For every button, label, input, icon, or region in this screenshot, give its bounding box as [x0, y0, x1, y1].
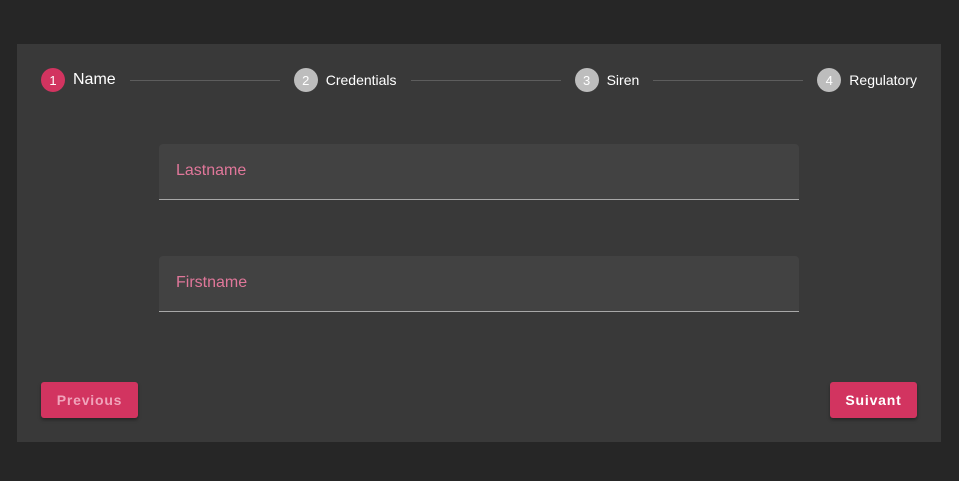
lastname-field: Lastname — [159, 144, 799, 200]
step-number-badge: 4 — [817, 68, 842, 92]
step-label: Regulatory — [849, 72, 917, 88]
step-connector — [129, 79, 280, 81]
lastname-input[interactable] — [159, 144, 799, 199]
stepper-header: 1 Name 2 Credentials 3 Siren 4 Regulator… — [41, 68, 917, 92]
step-number-badge: 2 — [293, 68, 318, 92]
step-name[interactable]: 1 Name — [41, 68, 116, 92]
step-label: Siren — [606, 72, 640, 88]
next-button[interactable]: Suivant — [830, 382, 917, 418]
previous-button[interactable]: Previous — [41, 382, 138, 418]
firstname-field: Firstname — [159, 256, 799, 312]
step-siren[interactable]: 3 Siren — [574, 68, 640, 92]
step-connector — [653, 79, 804, 81]
step-credentials[interactable]: 2 Credentials — [293, 68, 397, 92]
step-label: Credentials — [325, 72, 397, 88]
step-regulatory[interactable]: 4 Regulatory — [817, 68, 917, 92]
step-connector — [410, 79, 561, 81]
step-number-badge: 3 — [574, 68, 599, 92]
step-number-badge: 1 — [41, 68, 65, 92]
step-label: Name — [73, 71, 116, 88]
stepper-card: 1 Name 2 Credentials 3 Siren 4 Regulator… — [17, 44, 941, 442]
firstname-input[interactable] — [159, 256, 799, 311]
